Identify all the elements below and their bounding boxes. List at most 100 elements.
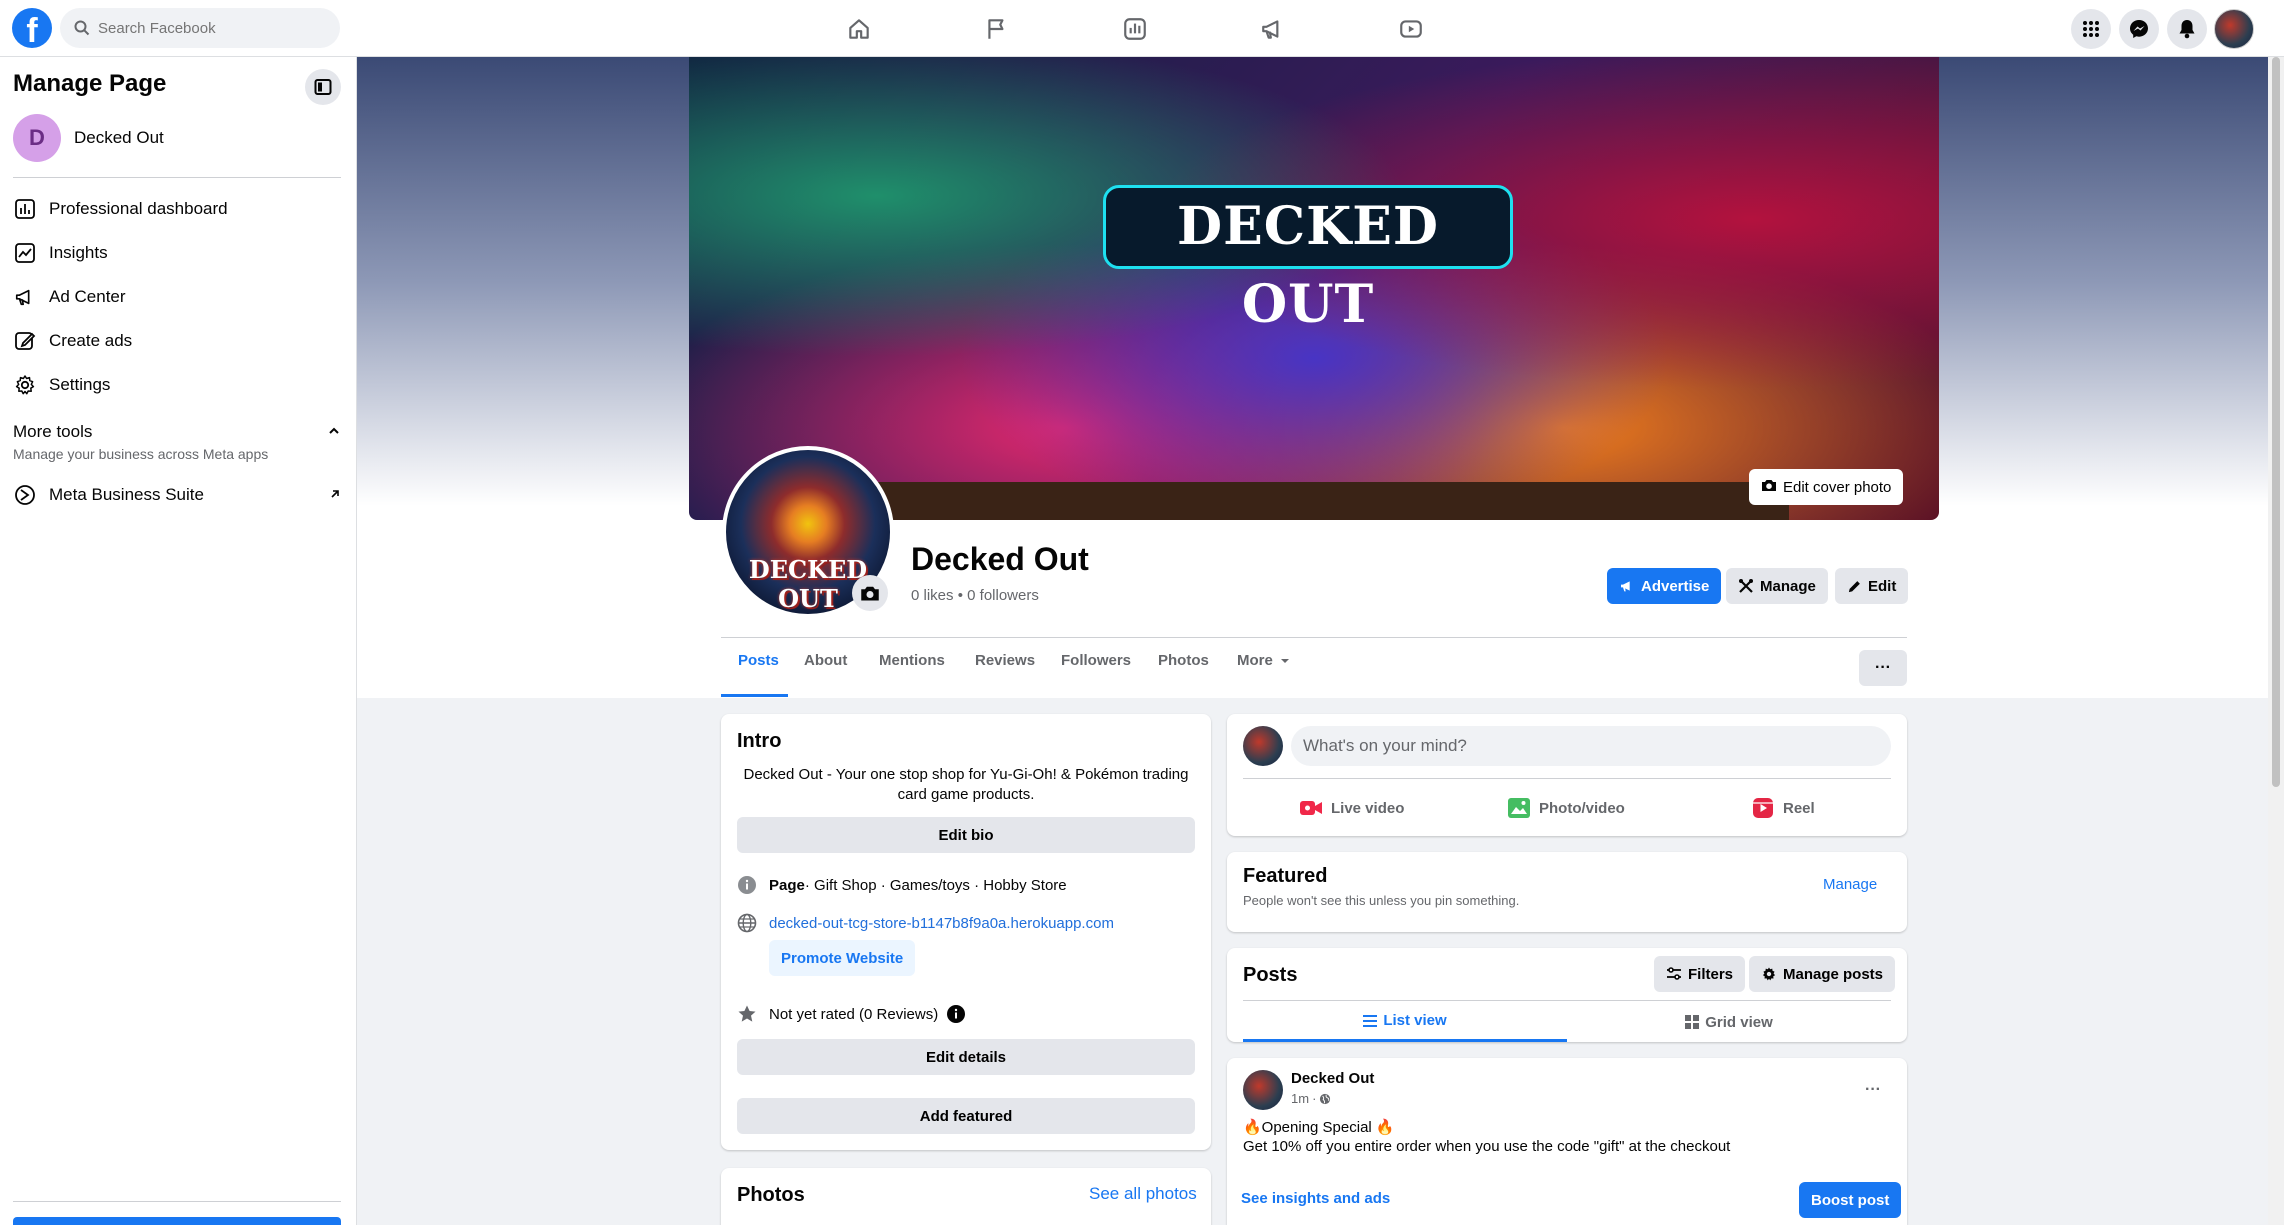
bell-icon: [2179, 20, 2195, 39]
avatar[interactable]: [1243, 726, 1283, 766]
more-tools-title: More tools: [13, 422, 93, 441]
pages-nav-button[interactable]: [941, 9, 1053, 49]
list-view-tab[interactable]: List view: [1243, 1002, 1567, 1042]
featured-card: Featured People won't see this unless yo…: [1227, 852, 1907, 932]
video-nav-button[interactable]: [1355, 9, 1467, 49]
tab-mentions[interactable]: Mentions: [879, 652, 945, 669]
pencil-icon: [13, 329, 37, 353]
post-timestamp: 1m ·: [1291, 1091, 1331, 1106]
tab-posts[interactable]: Posts: [738, 652, 779, 669]
pencil-icon: [1847, 579, 1862, 594]
boost-post-button[interactable]: Boost post: [1799, 1182, 1902, 1218]
sidebar-item-label: Meta Business Suite: [49, 485, 204, 504]
posts-header-card: Posts Filters Manage posts List view Gri…: [1227, 948, 1907, 1042]
intro-category-row: Page · Gift Shop · Games/toys · Hobby St…: [737, 875, 1067, 895]
tab-about[interactable]: About: [804, 652, 847, 669]
promote-website-button[interactable]: Promote Website: [769, 940, 916, 976]
external-link-icon: [329, 485, 341, 505]
list-icon: [1363, 1014, 1378, 1027]
account-avatar[interactable]: [2214, 9, 2254, 49]
avatar[interactable]: [1243, 1070, 1283, 1110]
sidebar-item-settings[interactable]: Settings: [13, 373, 110, 397]
sidebar-item-insights[interactable]: Insights: [13, 241, 108, 265]
search-box[interactable]: [60, 8, 340, 48]
tab-followers[interactable]: Followers: [1061, 652, 1131, 669]
sidebar-item-label: Insights: [49, 243, 108, 262]
sidebar-item-meta-business-suite[interactable]: Meta Business Suite: [13, 483, 341, 507]
intro-bio-line: Decked Out - Your one stop shop for Yu-G…: [743, 766, 1189, 783]
followers-count[interactable]: 0 followers: [967, 587, 1039, 604]
page-switcher[interactable]: D Decked Out: [13, 114, 164, 162]
camera-icon: [1761, 478, 1777, 496]
post-options-button[interactable]: ···: [1855, 1072, 1891, 1108]
reel-label: Reel: [1783, 799, 1815, 817]
photos-title: Photos: [737, 1184, 805, 1206]
sidebar-item-ad-center[interactable]: Ad Center: [13, 285, 126, 309]
category-prefix: Page: [769, 876, 805, 894]
tab-reviews[interactable]: Reviews: [975, 652, 1035, 669]
top-navigation-bar: f: [0, 0, 2284, 57]
caret-down-icon: [1280, 658, 1289, 663]
gear-icon: [13, 373, 37, 397]
messenger-icon: [2130, 20, 2148, 38]
cover-photo[interactable]: DECKED OUT: [689, 57, 1939, 520]
edit-details-button[interactable]: Edit details: [737, 1039, 1195, 1075]
filters-button[interactable]: Filters: [1654, 956, 1746, 992]
live-video-icon: [1299, 796, 1323, 820]
update-profile-picture-button[interactable]: [852, 575, 888, 611]
page-scrollbar[interactable]: [2268, 57, 2284, 1225]
post-text-line: Get 10% off you entire order when you us…: [1243, 1138, 1731, 1155]
add-featured-button[interactable]: Add featured: [737, 1098, 1195, 1134]
sidebar-bottom-divider: [13, 1201, 341, 1202]
edit-page-button[interactable]: Edit: [1835, 568, 1909, 604]
edit-bio-button[interactable]: Edit bio: [737, 817, 1195, 853]
website-link[interactable]: decked-out-tcg-store-b1147b8f9a0a.heroku…: [769, 915, 1114, 932]
sidebar-item-create-ads[interactable]: Create ads: [13, 329, 132, 353]
camera-icon: [861, 586, 879, 601]
info-icon[interactable]: [946, 1004, 966, 1024]
manage-posts-button[interactable]: Manage posts: [1749, 956, 1896, 992]
more-options-button[interactable]: ···: [1859, 650, 1907, 686]
sidebar-title: Manage Page: [13, 70, 167, 97]
grid-view-tab[interactable]: Grid view: [1567, 1002, 1891, 1042]
live-video-button[interactable]: Live video: [1299, 796, 1404, 820]
notifications-button[interactable]: [2167, 9, 2207, 49]
see-all-photos-link[interactable]: See all photos: [1089, 1184, 1197, 1204]
post-time[interactable]: 1m: [1291, 1091, 1309, 1106]
list-view-label: List view: [1383, 1012, 1447, 1029]
megaphone-icon: [1619, 578, 1635, 594]
post-card: Decked Out 1m · ··· 🔥Opening Special 🔥 G…: [1227, 1058, 1907, 1225]
manage-button[interactable]: Manage: [1726, 568, 1828, 604]
insights-nav-button[interactable]: [1079, 9, 1191, 49]
post-author[interactable]: Decked Out: [1291, 1070, 1374, 1087]
featured-manage-link[interactable]: Manage: [1823, 876, 1877, 893]
photo-video-button[interactable]: Photo/video: [1507, 796, 1625, 820]
composer-input[interactable]: What's on your mind?: [1291, 726, 1891, 766]
scrollbar-thumb[interactable]: [2272, 57, 2280, 787]
edit-cover-photo-button[interactable]: Edit cover photo: [1749, 469, 1904, 505]
ads-nav-button[interactable]: [1217, 9, 1329, 49]
sidebar-bottom-button[interactable]: [13, 1217, 341, 1225]
collapse-sidebar-button[interactable]: [305, 69, 341, 105]
sidebar-item-label: Professional dashboard: [49, 199, 228, 218]
info-icon: [737, 875, 757, 895]
post-text-line: 🔥Opening Special 🔥: [1243, 1119, 1395, 1136]
advertise-button[interactable]: Advertise: [1607, 568, 1722, 604]
likes-count[interactable]: 0 likes: [911, 587, 954, 604]
tab-more[interactable]: More: [1237, 652, 1291, 669]
home-nav-button[interactable]: [803, 9, 915, 49]
tab-photos[interactable]: Photos: [1158, 652, 1209, 669]
grid-view-label: Grid view: [1705, 1013, 1773, 1031]
megaphone-icon: [13, 285, 37, 309]
menu-button[interactable]: [2071, 9, 2111, 49]
sidebar-item-professional-dashboard[interactable]: Professional dashboard: [13, 197, 228, 221]
more-tools-section[interactable]: More tools Manage your business across M…: [13, 422, 341, 462]
search-input[interactable]: [98, 19, 318, 37]
chevron-up-icon[interactable]: [327, 424, 341, 443]
advertise-label: Advertise: [1641, 577, 1710, 595]
see-insights-link[interactable]: See insights and ads: [1241, 1190, 1390, 1207]
messenger-button[interactable]: [2119, 9, 2159, 49]
sidebar-item-label: Settings: [49, 375, 111, 394]
reel-button[interactable]: Reel: [1751, 796, 1815, 820]
facebook-logo-icon[interactable]: f: [12, 8, 52, 50]
